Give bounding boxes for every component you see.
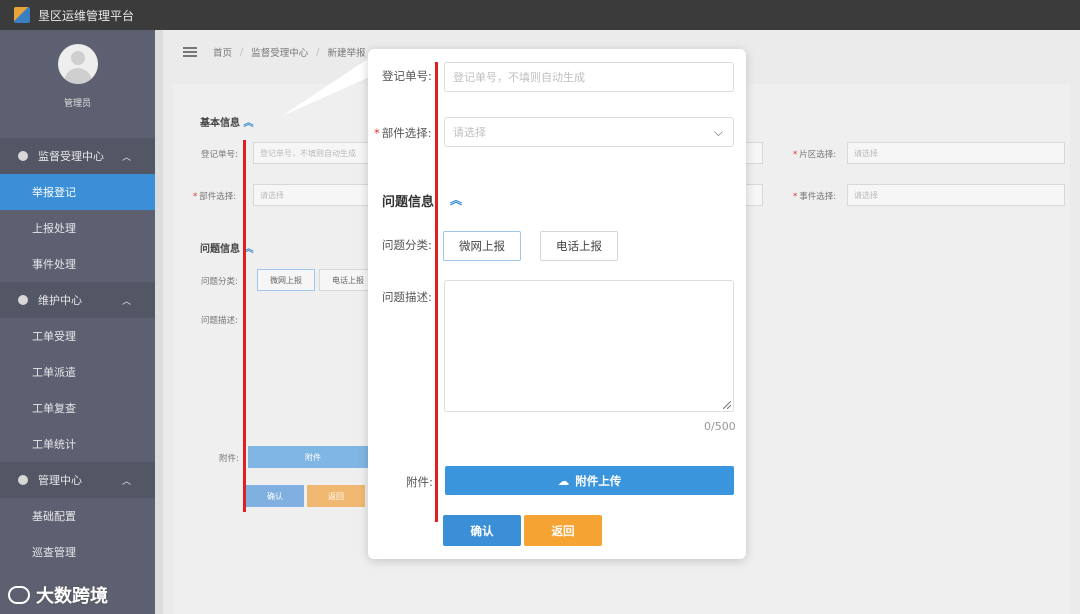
zoom-callout: 登记单号: 登记单号，不填则自动生成 * 部件选择: 请选择 ⌵ 问题信息 ︽ 问…	[368, 49, 746, 559]
breadcrumb-home[interactable]: 首页	[213, 45, 232, 59]
nav-group-label: 管理中心	[38, 474, 82, 487]
reg-no-input[interactable]: 登记单号，不填则自动生成	[444, 62, 734, 92]
top-bar: 垦区运维管理平台	[0, 0, 1080, 30]
back-button[interactable]: 返回	[524, 515, 602, 546]
sidebar-item-report-process[interactable]: 上报处理	[0, 210, 155, 246]
attach-label: 附件:	[219, 454, 239, 464]
reg-no-label: 登记单号:	[201, 150, 238, 160]
chevron-down-icon: ⌵	[713, 124, 723, 139]
category-label: 问题分类:	[201, 277, 238, 287]
area-select[interactable]: 请选择	[847, 142, 1065, 164]
breadcrumb-supervision[interactable]: 监督受理中心	[251, 45, 308, 59]
annotation-line	[243, 140, 246, 512]
sidebar-item-report-register[interactable]: 举报登记	[0, 174, 155, 210]
nav-group-label: 监督受理中心	[38, 150, 104, 163]
chevron-double-up-icon[interactable]: ︽	[450, 191, 462, 208]
nav-group-management[interactable]: 管理中心 ︿	[0, 462, 155, 498]
desc-label: 问题描述:	[382, 290, 432, 304]
sidebar-nav: 监督受理中心 ︿ 举报登记 上报处理 事件处理 维护中心 ︿ 工单受理 工单派遣…	[0, 138, 155, 570]
avatar[interactable]	[58, 44, 98, 84]
cloud-upload-icon: ☁	[557, 473, 570, 488]
sidebar-item-order-dispatch[interactable]: 工单派遣	[0, 354, 155, 390]
settings-icon	[18, 475, 28, 485]
app-logo-icon	[14, 7, 30, 23]
sidebar-scrollbar[interactable]	[155, 30, 163, 614]
resize-handle-icon[interactable]	[723, 401, 731, 409]
confirm-button[interactable]: 确认	[246, 485, 304, 507]
desc-textarea[interactable]	[444, 280, 734, 412]
sidebar-item-patrol[interactable]: 巡查管理	[0, 534, 155, 570]
upload-button[interactable]: ☁ 附件上传	[445, 466, 734, 495]
event-select[interactable]: 请选择	[847, 184, 1065, 206]
user-name: 管理员	[63, 99, 91, 109]
nav-group-supervision[interactable]: 监督受理中心 ︿	[0, 138, 155, 174]
section-basic-title: 基本信息 ︽	[200, 118, 254, 129]
chevron-double-up-icon[interactable]: ︽	[243, 118, 253, 129]
category-label: 问题分类:	[382, 238, 432, 252]
attach-label: 附件:	[406, 475, 433, 489]
back-button[interactable]: 返回	[307, 485, 365, 507]
nav-group-maintenance[interactable]: 维护中心 ︿	[0, 282, 155, 318]
watermark-logo-icon	[8, 586, 30, 604]
reg-no-label: 登记单号:	[382, 69, 432, 83]
char-count: 0/500	[704, 420, 736, 433]
sidebar: 管理员 监督受理中心 ︿ 举报登记 上报处理 事件处理 维护中心 ︿ 工单受理 …	[0, 30, 155, 614]
section-problem-title: 问题信息	[382, 195, 435, 210]
category-phone-button[interactable]: 电话上报	[540, 231, 618, 261]
sidebar-item-order-stats[interactable]: 工单统计	[0, 426, 155, 462]
avatar-head-icon	[71, 51, 85, 65]
area-select-label: * 片区选择:	[793, 150, 837, 160]
app-title: 垦区运维管理平台	[38, 8, 135, 23]
breadcrumb-current: 新建举报	[327, 48, 366, 59]
part-select-label: * 部件选择:	[193, 192, 237, 202]
chevron-up-icon: ︿	[121, 152, 131, 163]
desc-label: 问题描述:	[201, 316, 238, 326]
chevron-up-icon: ︿	[121, 296, 131, 307]
event-select-label: * 事件选择:	[793, 192, 837, 202]
category-wechat-button[interactable]: 微网上报	[257, 269, 315, 291]
gear-icon	[18, 295, 28, 305]
hamburger-menu-icon[interactable]	[183, 47, 197, 57]
sidebar-item-event-process[interactable]: 事件处理	[0, 246, 155, 282]
nav-group-label: 维护中心	[38, 294, 82, 307]
house-icon	[18, 151, 28, 161]
confirm-button[interactable]: 确认	[443, 515, 521, 546]
upload-button[interactable]: 附件	[248, 446, 378, 468]
chevron-up-icon: ︿	[121, 476, 131, 487]
part-select-label: * 部件选择:	[374, 126, 432, 140]
annotation-line	[435, 62, 438, 522]
part-select[interactable]: 请选择 ⌵	[444, 117, 734, 147]
watermark: 大数跨境	[8, 582, 108, 608]
category-wechat-button[interactable]: 微网上报	[443, 231, 521, 261]
avatar-body-icon	[64, 68, 92, 84]
sidebar-item-base-config[interactable]: 基础配置	[0, 498, 155, 534]
sidebar-item-order-review[interactable]: 工单复查	[0, 390, 155, 426]
sidebar-item-order-accept[interactable]: 工单受理	[0, 318, 155, 354]
